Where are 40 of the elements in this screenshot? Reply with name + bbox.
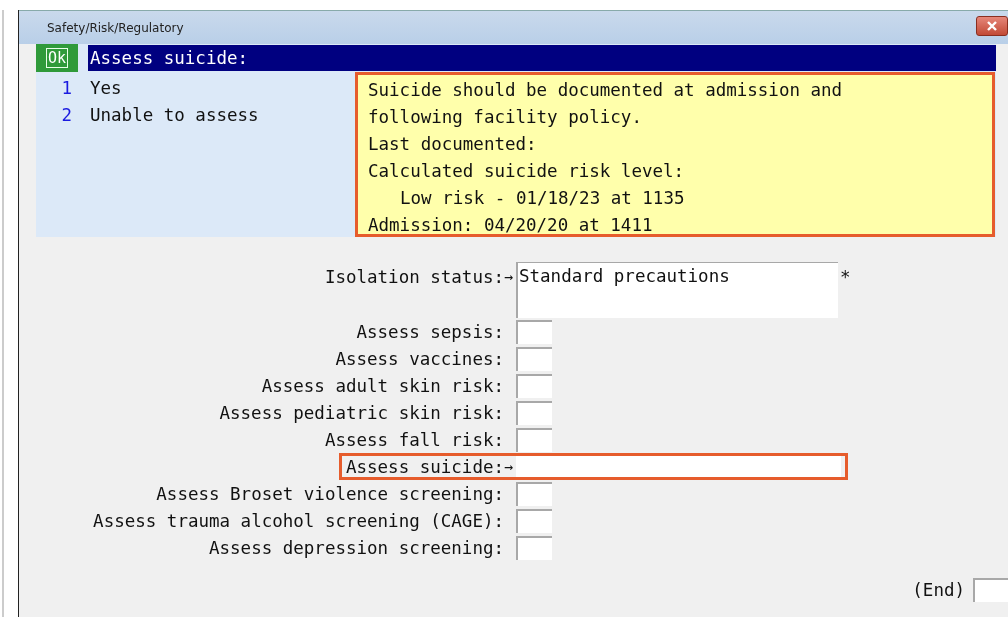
field-label: Assess trauma alcohol screening (CAGE):	[92, 510, 504, 531]
pointer-arrow: →	[504, 457, 515, 476]
input-field[interactable]	[516, 427, 552, 452]
prompt-question: Assess suicide:	[88, 45, 996, 71]
input-field[interactable]	[516, 508, 552, 533]
required-mark: *	[839, 266, 851, 289]
field-label: Isolation status:	[323, 266, 504, 289]
info-text: Suicide should be documented at admission and	[368, 79, 844, 102]
input-field[interactable]	[516, 400, 552, 425]
field-label: Assess fall risk:	[323, 429, 504, 450]
input-field[interactable]	[516, 319, 552, 344]
field-label: Assess Broset violence screening:	[155, 483, 504, 504]
input-field[interactable]	[973, 578, 1008, 602]
info-text: Calculated suicide risk level:	[368, 160, 686, 183]
input-field[interactable]	[516, 481, 552, 506]
ok-button[interactable]: Ok	[36, 44, 78, 72]
input-field[interactable]	[516, 346, 552, 371]
end-label: (End)	[912, 580, 965, 600]
info-text: following facility policy.	[368, 106, 643, 129]
input-field[interactable]	[516, 535, 552, 560]
pointer-arrow: →	[504, 267, 515, 288]
option-number[interactable]: 1	[36, 77, 90, 98]
info-text: Admission: 04/20/20 at 1411	[368, 214, 654, 237]
input-field[interactable]	[516, 454, 841, 479]
option-label[interactable]: Unable to assess	[90, 104, 259, 125]
info-text: Low risk - 01/18/23 at 1135	[399, 187, 686, 210]
field-label: Assess suicide:	[344, 456, 504, 477]
option-label[interactable]: Yes	[90, 77, 122, 98]
close-button[interactable]	[976, 15, 1008, 36]
info-text: Last documented:	[368, 133, 538, 156]
field-label: Assess vaccines:	[334, 348, 504, 369]
window-title: Safety/Risk/Regulatory	[46, 20, 184, 35]
option-number[interactable]: 2	[36, 104, 90, 125]
close-icon	[986, 20, 998, 31]
field-label: Assess sepsis:	[355, 321, 504, 342]
input-field[interactable]: Standard precautions	[516, 262, 838, 318]
field-label: Assess depression screening:	[208, 537, 504, 558]
field-label: Assess pediatric skin risk:	[218, 402, 504, 423]
input-field[interactable]	[516, 373, 552, 398]
field-label: Assess adult skin risk:	[260, 375, 504, 396]
